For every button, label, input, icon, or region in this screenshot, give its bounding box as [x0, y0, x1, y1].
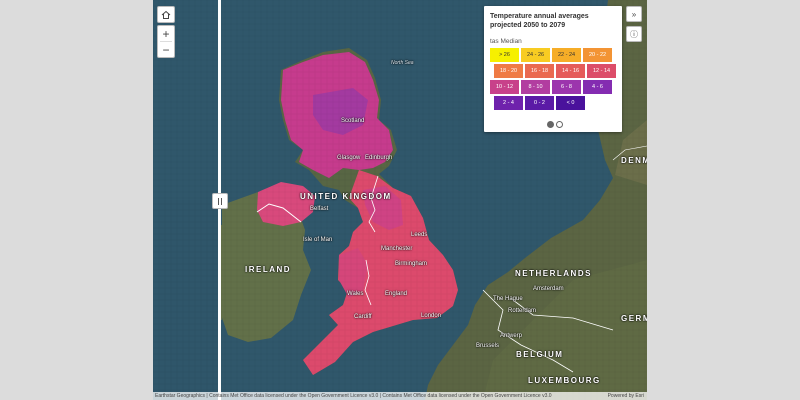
label-denmark: DENM — [621, 156, 647, 165]
zoom-controls: + − — [157, 25, 175, 58]
label-antwerp: Antwerp — [500, 333, 523, 339]
grip-icon — [218, 197, 219, 205]
legend-swatch: 16 - 18 — [525, 64, 554, 78]
label-united-kingdom: UNITED KINGDOM — [300, 192, 392, 201]
legend-swatch: 8 - 10 — [521, 80, 550, 94]
legend-swatch: < 0 — [556, 96, 585, 110]
label-edinburgh: Edinburgh — [365, 155, 393, 161]
label-north-sea: North Sea — [391, 60, 414, 66]
map-frame[interactable]: North Sea Scotland Glasgow Edinburgh UNI… — [153, 0, 647, 400]
legend-swatch: 12 - 14 — [587, 64, 616, 78]
legend-subtitle: tas Median — [490, 38, 522, 45]
legend-swatch: 18 - 20 — [494, 64, 523, 78]
label-luxembourg: LUXEMBOURG — [528, 376, 601, 385]
legend-panel: Temperature annual averages projected 20… — [484, 6, 622, 132]
info-button[interactable]: ⓘ — [626, 26, 642, 42]
label-leeds: Leeds — [411, 232, 428, 238]
label-belfast: Belfast — [310, 206, 329, 212]
info-icon: ⓘ — [630, 29, 638, 39]
label-netherlands: NETHERLANDS — [515, 269, 592, 278]
powered-by[interactable]: Powered by Esri — [608, 392, 644, 400]
label-ireland: IRELAND — [245, 265, 292, 274]
legend-swatch: 24 - 26 — [521, 48, 550, 62]
label-the-hague: The Hague — [493, 296, 523, 302]
label-cardiff: Cardiff — [354, 314, 372, 320]
label-belgium: BELGIUM — [516, 350, 564, 359]
page-dot[interactable] — [547, 121, 554, 128]
zoom-in-button[interactable]: + — [158, 26, 174, 41]
legend-swatch: 22 - 24 — [552, 48, 581, 62]
legend-swatch: 2 - 4 — [494, 96, 523, 110]
label-london: London — [421, 313, 442, 319]
legend-pagination — [547, 121, 563, 128]
double-chevron-icon: » — [631, 9, 637, 19]
legend-swatch: 20 - 22 — [583, 48, 612, 62]
legend-swatch: 14 - 16 — [556, 64, 585, 78]
label-isle-of-man: Isle of Man — [303, 237, 333, 243]
minus-icon: − — [162, 42, 170, 57]
label-birmingham: Birmingham — [395, 261, 428, 267]
label-amsterdam: Amsterdam — [533, 286, 564, 292]
expand-legend-button[interactable]: » — [626, 6, 642, 22]
attribution-text: Earthstar Geographics | Contains Met Off… — [155, 393, 552, 399]
swipe-handle[interactable] — [212, 193, 228, 209]
label-rotterdam: Rotterdam — [508, 308, 537, 314]
label-wales: Wales — [347, 291, 364, 297]
label-manchester: Manchester — [381, 246, 413, 252]
label-germany: GERM — [621, 314, 647, 323]
label-brussels: Brussels — [476, 343, 500, 349]
label-glasgow: Glasgow — [337, 155, 361, 161]
home-icon — [158, 7, 174, 22]
legend-swatch: 0 - 2 — [525, 96, 554, 110]
legend-title: Temperature annual averages projected 20… — [490, 13, 589, 29]
label-scotland: Scotland — [341, 118, 365, 124]
legend-swatch: 4 - 6 — [583, 80, 612, 94]
label-england: England — [385, 291, 408, 297]
legend-swatch: > 26 — [490, 48, 519, 62]
page-dot[interactable] — [556, 121, 563, 128]
zoom-out-button[interactable]: − — [158, 42, 174, 57]
attribution-bar: Earthstar Geographics | Contains Met Off… — [153, 392, 647, 400]
home-button[interactable] — [157, 6, 175, 23]
legend-swatch: 10 - 12 — [490, 80, 519, 94]
plus-icon: + — [162, 26, 170, 41]
legend-swatch: 6 - 8 — [552, 80, 581, 94]
